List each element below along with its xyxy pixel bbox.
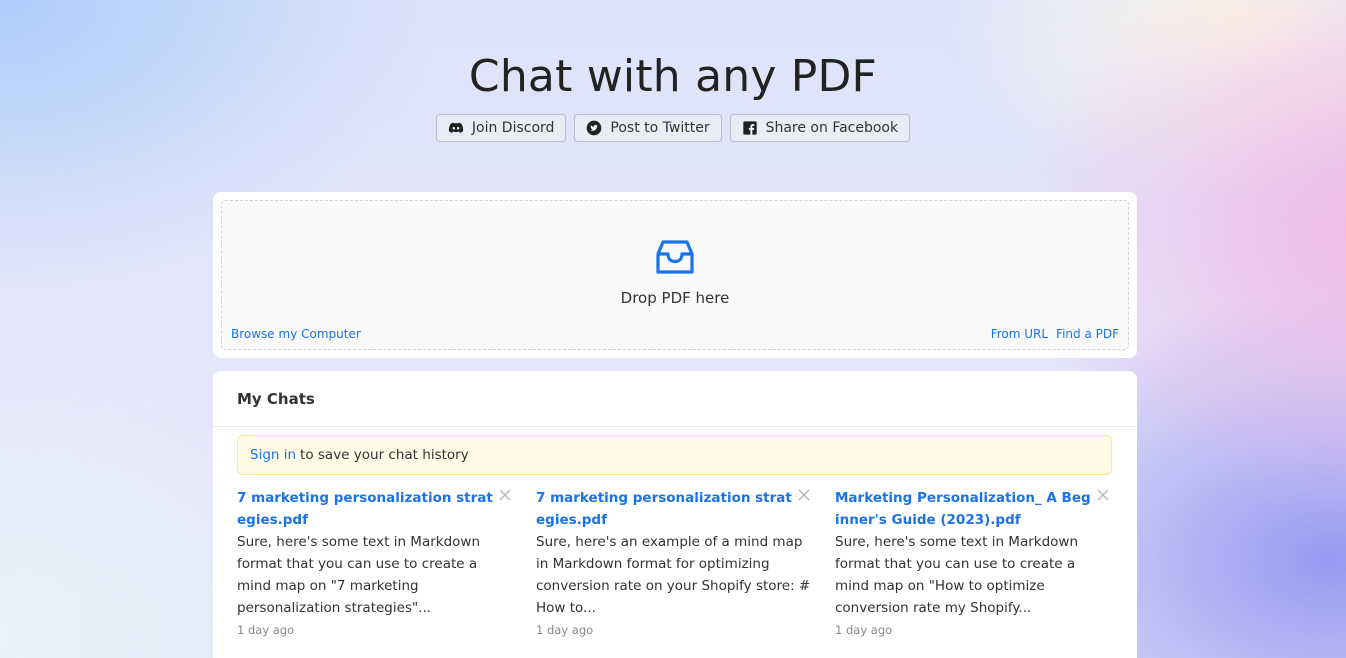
close-icon[interactable] xyxy=(498,487,512,501)
join-discord-label: Join Discord xyxy=(471,120,555,136)
my-chats-heading: My Chats xyxy=(213,371,1137,427)
chat-item[interactable]: 7 marketing personalization strategies.p… xyxy=(536,487,811,637)
post-to-twitter-label: Post to Twitter xyxy=(610,120,710,136)
chat-title[interactable]: 7 marketing personalization strategies.p… xyxy=(536,487,811,531)
upload-source-links: From URL Find a PDF xyxy=(991,327,1119,341)
twitter-icon xyxy=(586,120,602,136)
social-buttons: Join Discord Post to Twitter Share on Fa… xyxy=(0,114,1346,142)
chat-list: 7 marketing personalization strategies.p… xyxy=(237,487,1112,637)
facebook-icon xyxy=(742,120,758,136)
chat-title[interactable]: 7 marketing personalization strategies.p… xyxy=(237,487,512,531)
share-on-facebook-label: Share on Facebook xyxy=(765,120,899,136)
chat-timestamp: 1 day ago xyxy=(237,623,295,637)
page-title: Chat with any PDF xyxy=(468,51,878,102)
close-icon[interactable] xyxy=(797,487,811,501)
discord-icon xyxy=(448,120,464,136)
sign-in-link[interactable]: Sign in xyxy=(250,447,296,463)
chat-snippet: Sure, here's some text in Markdown forma… xyxy=(835,534,1079,616)
drop-pdf-label: Drop PDF here xyxy=(620,289,730,307)
chat-snippet: Sure, here's some text in Markdown forma… xyxy=(237,534,481,616)
close-icon[interactable] xyxy=(1096,487,1110,501)
chat-timestamp: 1 day ago xyxy=(536,623,594,637)
from-url-link[interactable]: From URL xyxy=(991,327,1048,341)
find-pdf-link[interactable]: Find a PDF xyxy=(1056,327,1119,341)
pdf-dropzone[interactable]: Drop PDF here Browse my Computer From UR… xyxy=(221,200,1129,350)
page-header: Chat with any PDF Join Discord Post to T… xyxy=(0,48,1346,142)
join-discord-button[interactable]: Join Discord xyxy=(435,114,567,142)
chat-item[interactable]: Marketing Personalization_ A Beginner's … xyxy=(835,487,1110,637)
browse-computer-link[interactable]: Browse my Computer xyxy=(231,327,361,341)
chat-title[interactable]: Marketing Personalization_ A Beginner's … xyxy=(835,487,1110,531)
signin-alert-text: to save your chat history xyxy=(300,447,469,463)
my-chats-card: My Chats Sign in to save your chat histo… xyxy=(213,371,1137,658)
chat-timestamp: 1 day ago xyxy=(835,623,893,637)
inbox-icon xyxy=(655,237,695,277)
share-on-facebook-button[interactable]: Share on Facebook xyxy=(729,114,911,142)
chat-snippet: Sure, here's an example of a mind map in… xyxy=(536,534,811,616)
signin-alert: Sign in to save your chat history xyxy=(237,435,1112,475)
post-to-twitter-button[interactable]: Post to Twitter xyxy=(574,114,722,142)
chat-item[interactable]: 7 marketing personalization strategies.p… xyxy=(237,487,512,637)
upload-card: Drop PDF here Browse my Computer From UR… xyxy=(213,192,1137,358)
